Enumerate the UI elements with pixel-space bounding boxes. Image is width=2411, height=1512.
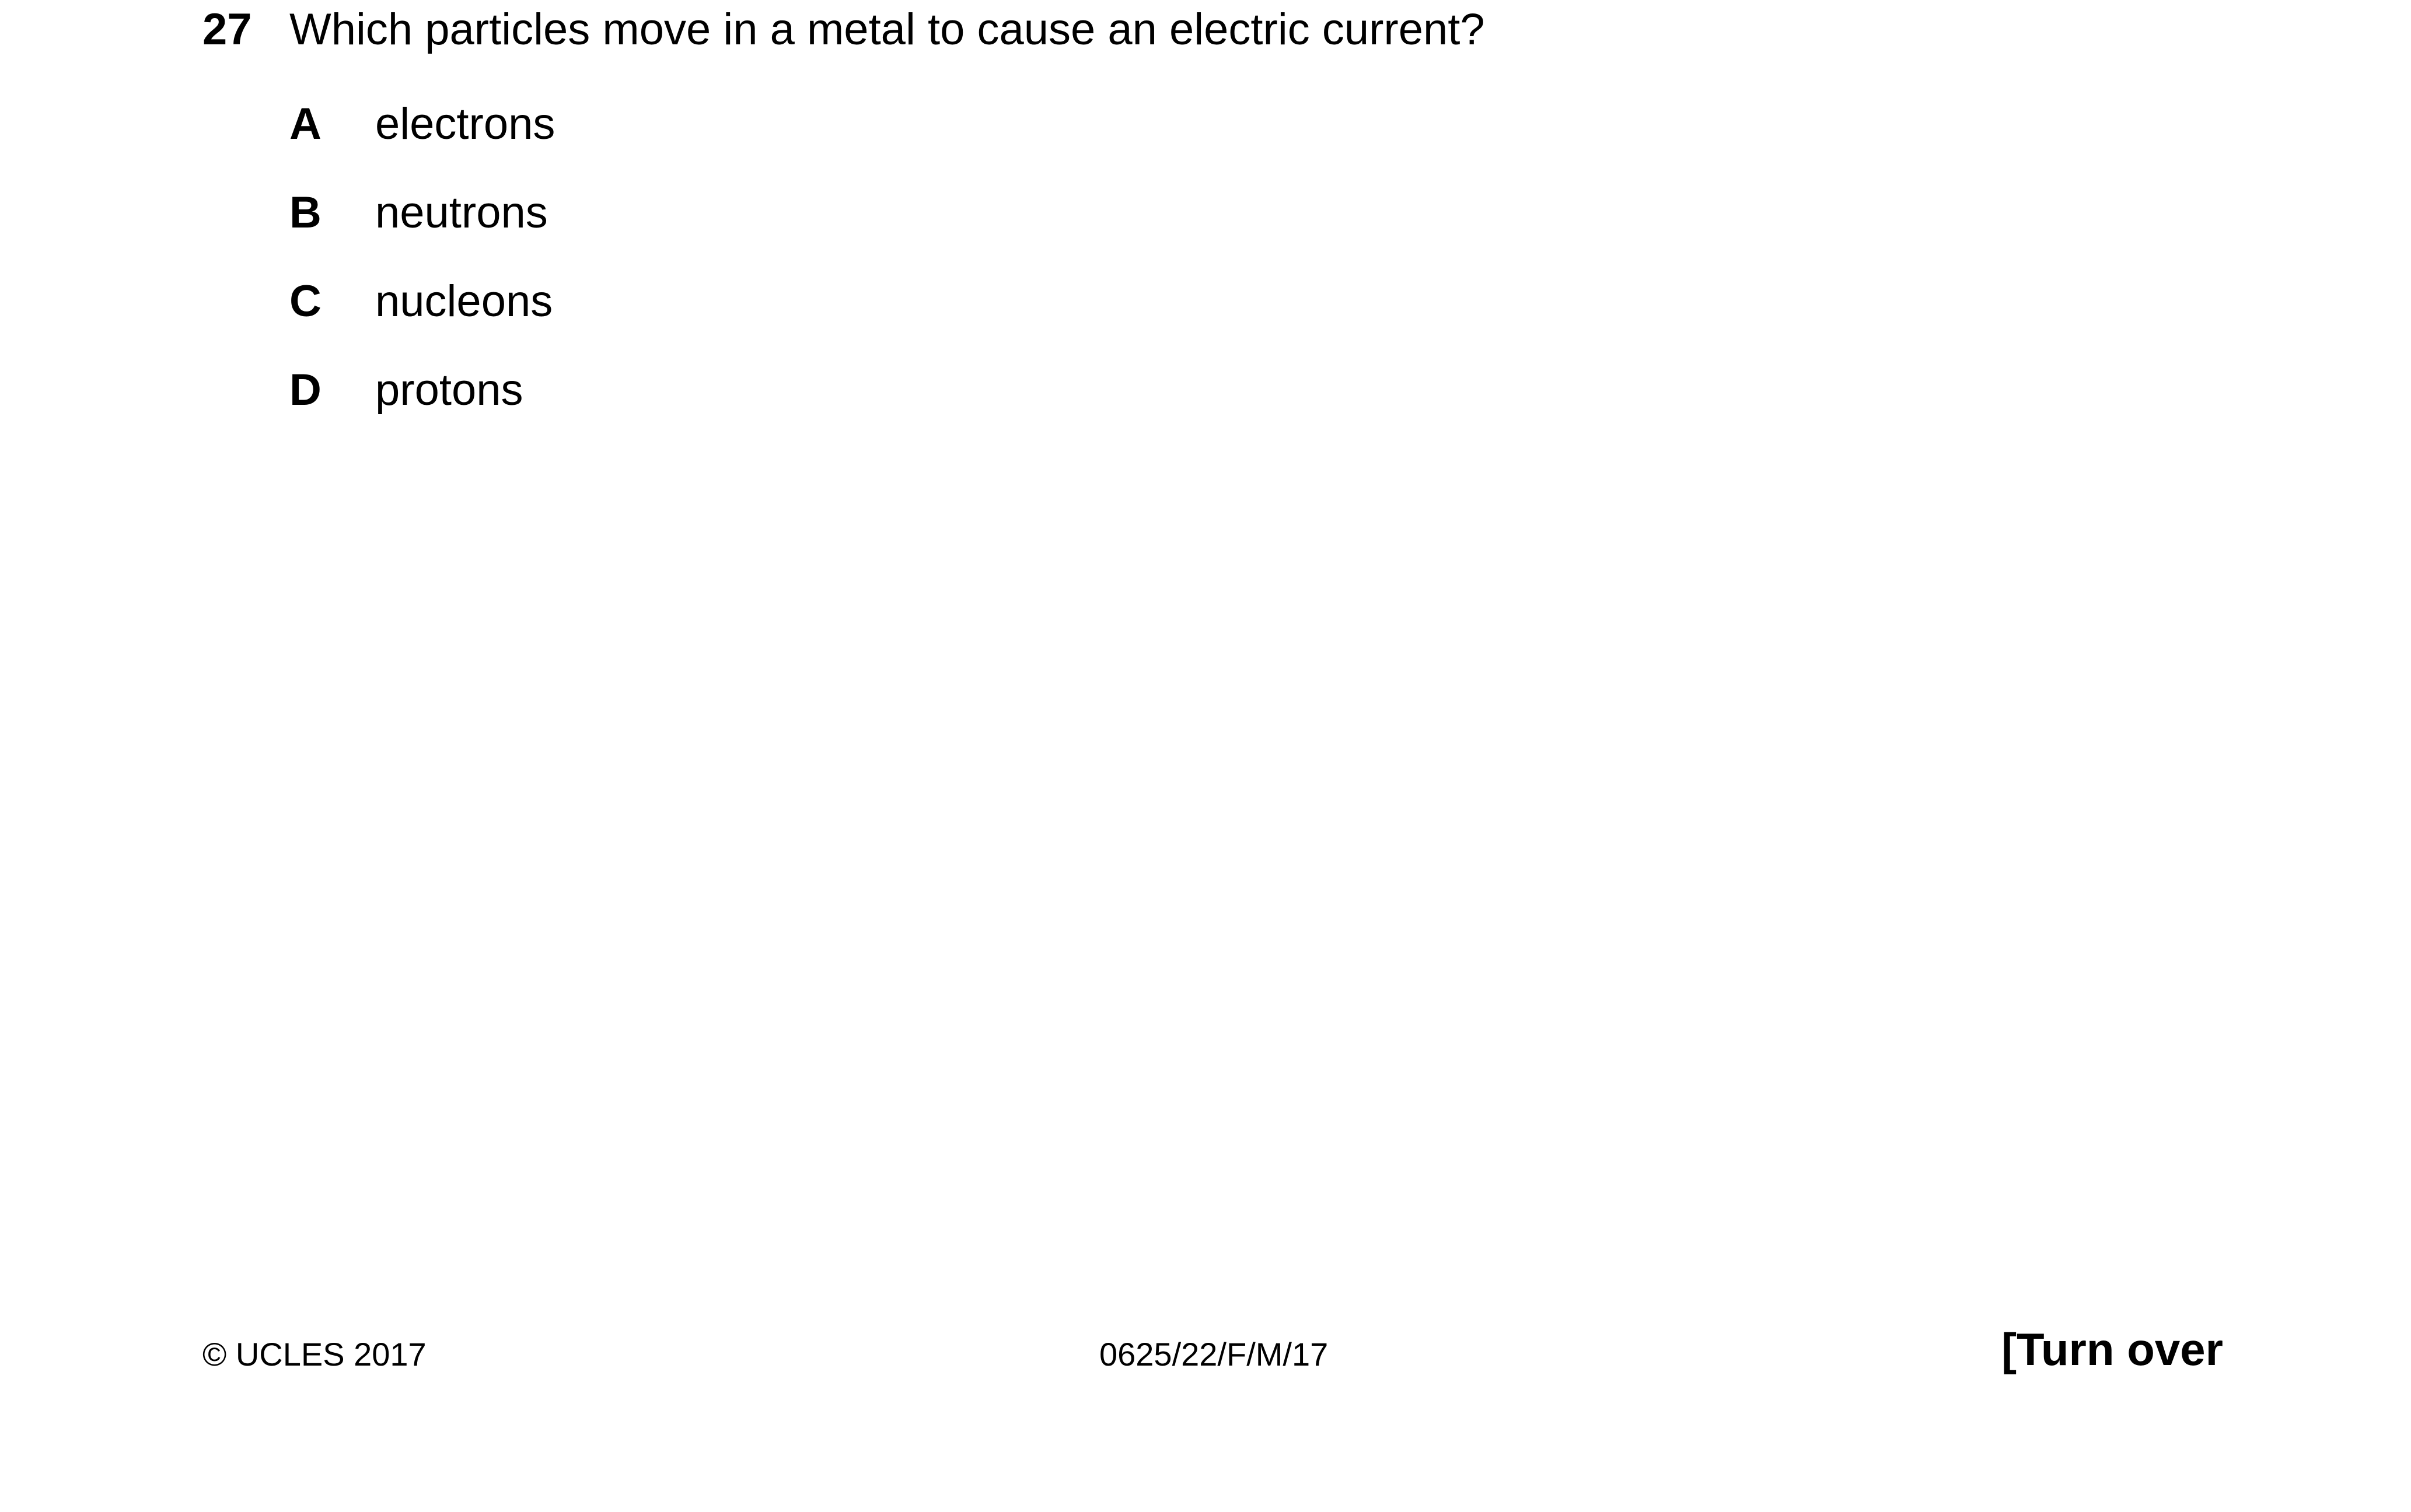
- option-text: protons: [375, 365, 523, 415]
- footer-paper-code: 0625/22/F/M/17: [1099, 1336, 1329, 1373]
- footer-turn-over: [Turn over: [2001, 1324, 2223, 1375]
- option-letter: A: [289, 99, 322, 149]
- option-letter: C: [289, 276, 322, 326]
- option-text: electrons: [375, 99, 555, 149]
- question-text: Which particles move in a metal to cause…: [289, 5, 1485, 54]
- footer-copyright: © UCLES 2017: [202, 1336, 427, 1373]
- option-text: neutrons: [375, 188, 548, 237]
- option-letter: D: [289, 365, 322, 415]
- question-number: 27: [202, 5, 252, 54]
- option-text: nucleons: [375, 276, 553, 326]
- option-letter: B: [289, 188, 322, 237]
